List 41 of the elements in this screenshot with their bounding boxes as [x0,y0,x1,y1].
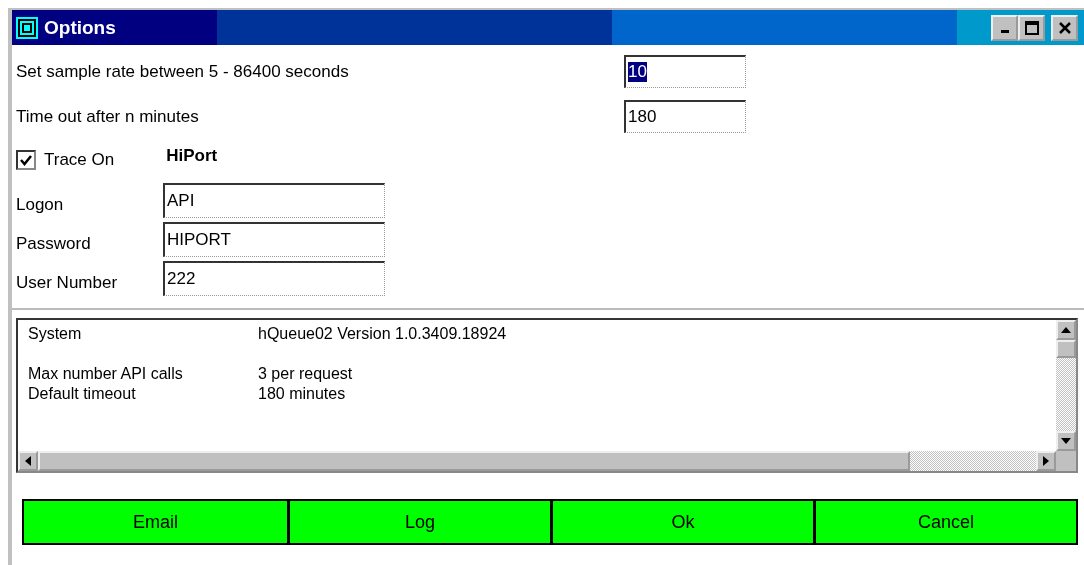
input-field[interactable]: API [163,183,385,218]
trace-label: Trace On [44,150,115,170]
input-field[interactable]: HIPORT [163,222,385,257]
up-arrow-icon [1061,327,1071,333]
action-button[interactable]: Cancel [813,501,1076,543]
info-value: hQueue02 Version 1.0.3409.18924 [258,325,508,344]
app-icon [16,16,38,39]
input-field[interactable]: 222 [163,261,385,296]
field-label: Password [16,232,92,254]
down-arrow-icon [1061,438,1071,444]
action-button[interactable]: Log [287,501,550,543]
section-title: HiPort [166,146,218,166]
minimize-icon [1000,30,1009,33]
scroll-thumb[interactable] [1056,340,1076,358]
setting-label: Time out after n minutes [16,106,200,127]
info-name: Max number API calls [28,365,184,384]
maximize-button[interactable] [1018,14,1045,41]
info-value: 180 minutes [258,385,347,404]
info-name: System [28,325,83,344]
scrollbar-corner [1056,451,1076,471]
action-button[interactable]: Ok [550,501,813,543]
field-label: Logon [16,193,65,215]
setting-label: Set sample rate between 5 - 86400 seconds [16,61,350,82]
action-button[interactable]: Email [24,501,287,543]
info-name: Default timeout [28,385,137,404]
horizontal-scrollbar[interactable] [18,451,1056,471]
close-button[interactable] [1051,14,1078,41]
minimize-button[interactable] [991,14,1018,41]
scroll-thumb[interactable] [38,451,910,471]
trace-checkbox[interactable] [16,150,36,170]
field-label: User Number [16,271,119,293]
close-icon [1057,20,1072,35]
maximize-icon [1024,20,1039,35]
vertical-scrollbar[interactable] [1056,320,1076,451]
setting-field[interactable]: 10 [624,55,746,88]
right-arrow-icon [1043,456,1049,466]
left-arrow-icon [25,456,31,466]
window-title: Options [44,16,117,39]
setting-field[interactable]: 180 [624,100,746,133]
info-value: 3 per request [258,365,354,384]
checkmark-icon [20,154,32,166]
